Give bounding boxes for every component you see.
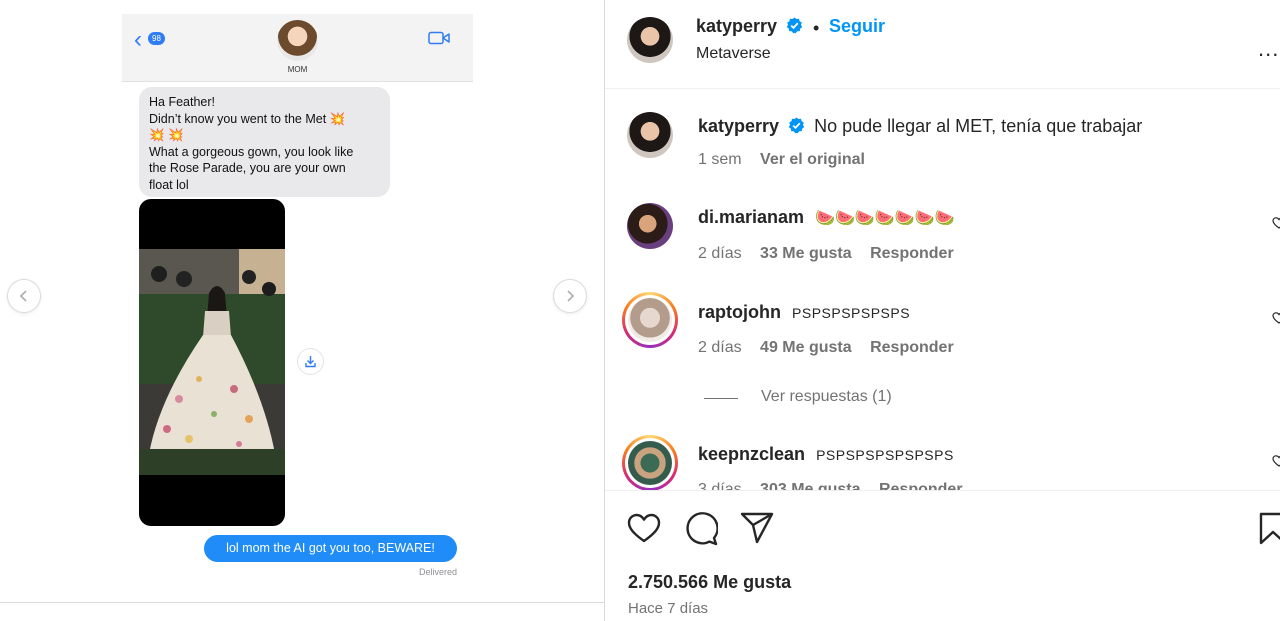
comment-username[interactable]: raptojohn bbox=[698, 302, 781, 322]
image-message bbox=[139, 199, 285, 526]
divider bbox=[605, 490, 1280, 491]
contact-name: MOM bbox=[287, 65, 308, 74]
reply-button[interactable]: Responder bbox=[870, 245, 954, 262]
see-original-link[interactable]: Ver el original bbox=[760, 151, 865, 168]
message-line: Ha Feather! bbox=[149, 95, 216, 109]
comment-likes[interactable]: 33 Me gusta bbox=[760, 245, 852, 262]
comments-list: katyperry No pude llegar al MET, tenía q… bbox=[605, 90, 1280, 490]
verified-icon bbox=[786, 17, 802, 34]
comment-username[interactable]: di.marianam bbox=[698, 207, 804, 227]
chevron-right-icon bbox=[567, 290, 575, 302]
comment-likes[interactable]: 303 Me gusta bbox=[760, 481, 860, 490]
comment-meta: 2 días 49 Me gusta Responder bbox=[698, 339, 954, 357]
reply-button[interactable]: Responder bbox=[870, 339, 954, 356]
post-header: katyperry • Seguir Metaverse bbox=[605, 0, 1280, 89]
more-icon[interactable]: ... bbox=[1258, 36, 1279, 62]
comment-text: PSPSPSPSPSPS bbox=[792, 305, 911, 321]
commenter-avatar bbox=[628, 298, 672, 342]
comment-age: 2 días bbox=[698, 339, 742, 356]
comment-username[interactable]: keepnzclean bbox=[698, 444, 805, 464]
reply-button[interactable]: Responder bbox=[879, 481, 963, 490]
comment-like-icon[interactable] bbox=[1272, 454, 1280, 468]
caption-text-row: katyperry No pude llegar al MET, tenía q… bbox=[698, 116, 1142, 137]
comment-age: 3 días bbox=[698, 481, 742, 490]
unread-badge: 98 bbox=[148, 32, 165, 45]
comment-meta: 2 días 33 Me gusta Responder bbox=[698, 245, 954, 263]
caption-meta: 1 sem Ver el original bbox=[698, 151, 865, 169]
comment-row: raptojohn PSPSPSPSPSPS bbox=[698, 302, 910, 323]
next-slide-button[interactable] bbox=[553, 279, 587, 313]
message-line: Didn’t know you went to the Met 💥 bbox=[149, 111, 346, 126]
author-row: katyperry bbox=[696, 16, 803, 37]
heart-icon[interactable] bbox=[627, 513, 661, 544]
avatar-ring-gap bbox=[625, 295, 675, 345]
caption-avatar[interactable] bbox=[627, 112, 673, 158]
commenter-avatar-ring[interactable] bbox=[622, 292, 678, 348]
back-chevron-icon: ‹ bbox=[134, 26, 142, 53]
comment-age: 2 días bbox=[698, 245, 742, 262]
post-location[interactable]: Metaverse bbox=[696, 45, 771, 63]
post-media: ‹ 98 MOM Ha Feather! Didn’t know you wen… bbox=[0, 0, 604, 602]
comment-row: keepnzclean PSPSPSPSPSPSPS bbox=[698, 444, 954, 465]
comment-like-icon[interactable] bbox=[1272, 311, 1280, 325]
outgoing-message: lol mom the AI got you too, BEWARE! bbox=[204, 535, 457, 562]
verified-icon bbox=[788, 117, 805, 134]
caption-age: 1 sem bbox=[698, 151, 742, 168]
post-timestamp: Hace 7 días bbox=[628, 600, 709, 617]
share-icon[interactable] bbox=[740, 512, 774, 544]
facetime-icon bbox=[428, 31, 450, 45]
previous-slide-button[interactable] bbox=[7, 279, 41, 313]
message-line: float lol bbox=[149, 177, 189, 192]
message-line: 💥 💥 bbox=[149, 128, 184, 142]
message-line: the Rose Parade, you are your own bbox=[149, 161, 346, 175]
commenter-avatar-ring[interactable] bbox=[622, 435, 678, 490]
commenter-avatar bbox=[628, 441, 672, 485]
separator-dot: • bbox=[813, 18, 820, 38]
contact-avatar bbox=[277, 20, 318, 61]
bookmark-icon[interactable] bbox=[1259, 512, 1280, 546]
view-replies-button[interactable]: Ver respuestas (1) bbox=[761, 388, 892, 406]
follow-button[interactable]: Seguir bbox=[829, 16, 885, 37]
imessage-header: ‹ 98 MOM bbox=[122, 14, 473, 82]
comment-meta: 3 días 303 Me gusta Responder bbox=[698, 481, 963, 490]
divider bbox=[0, 602, 604, 603]
replies-divider bbox=[704, 398, 738, 399]
comment-text: PSPSPSPSPSPSPS bbox=[816, 447, 954, 463]
chevron-left-icon bbox=[19, 290, 27, 302]
save-image-button[interactable] bbox=[297, 348, 324, 375]
author-avatar[interactable] bbox=[627, 17, 673, 63]
caption-text: No pude llegar al MET, tenía que trabaja… bbox=[814, 116, 1143, 136]
author-username[interactable]: katyperry bbox=[696, 16, 777, 36]
likes-count[interactable]: 2.750.566 Me gusta bbox=[628, 572, 791, 593]
comment-text: 🍉🍉🍉🍉🍉🍉🍉 bbox=[815, 210, 955, 227]
avatar-ring-gap bbox=[625, 438, 675, 488]
comment-row: di.marianam 🍉🍉🍉🍉🍉🍉🍉 bbox=[698, 207, 955, 228]
gown-photo bbox=[139, 249, 285, 475]
delivery-status: Delivered bbox=[418, 567, 457, 577]
comment-username[interactable]: katyperry bbox=[698, 116, 779, 136]
comment-likes[interactable]: 49 Me gusta bbox=[760, 339, 852, 356]
imessage-screenshot: ‹ 98 MOM Ha Feather! Didn’t know you wen… bbox=[122, 14, 473, 584]
message-line: What a gorgeous gown, you look like bbox=[149, 144, 354, 159]
comment-icon[interactable] bbox=[684, 512, 718, 546]
comment-like-icon[interactable] bbox=[1272, 216, 1280, 230]
commenter-avatar[interactable] bbox=[627, 203, 673, 249]
incoming-message: Ha Feather! Didn’t know you went to the … bbox=[139, 87, 390, 197]
save-icon bbox=[305, 356, 316, 368]
